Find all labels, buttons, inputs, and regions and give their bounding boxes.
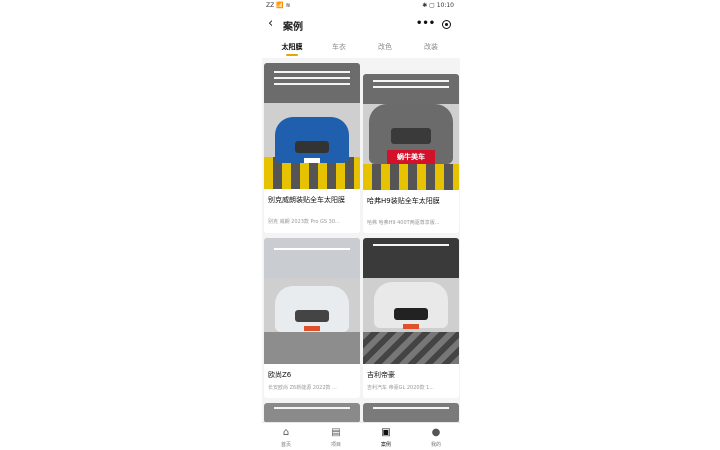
status-bar-right: ✱ ▢ 10:10 [422, 2, 454, 9]
case-photo [264, 238, 360, 364]
bottom-tab-bar: ⌂ 首页 ▤ 项目 ▣ 案例 ● 我的 [262, 422, 460, 450]
case-card[interactable] [363, 403, 459, 423]
tabbar-label: 案例 [380, 442, 391, 448]
case-card[interactable]: 吉利帝豪 吉利汽车 帝豪GL 2020款 1... [363, 238, 459, 398]
tabbar-label: 我的 [430, 442, 441, 448]
case-subtitle: 长安欧尚 Z6新能源 2022款 ... [268, 385, 337, 391]
tabbar-mine[interactable]: ● 我的 [416, 426, 456, 448]
case-photo [363, 238, 459, 364]
tabbar-cases[interactable]: ▣ 案例 [366, 426, 406, 448]
close-target-icon[interactable] [442, 20, 451, 29]
case-card[interactable]: 欧尚Z6 长安欧尚 Z6新能源 2022款 ... [264, 238, 360, 398]
case-photo: 蜗牛美车 [363, 74, 459, 190]
tab-label: 太阳膜 [281, 43, 303, 51]
case-card[interactable] [264, 403, 360, 423]
list-icon: ▤ [331, 427, 341, 438]
tab-car-cover[interactable]: 车衣 [319, 42, 359, 52]
case-title: 哈弗H9装贴全车太阳膜 [367, 197, 440, 205]
status-bar-left: ZZ 📶 ≋ [266, 2, 291, 9]
tabbar-projects[interactable]: ▤ 项目 [316, 426, 356, 448]
case-card[interactable]: 蜗牛美车 哈弗H9装贴全车太阳膜 哈弗 哈弗H9 400T两驱尊享版... [363, 74, 459, 233]
tab-label: 改色 [378, 43, 392, 51]
tab-sun-film[interactable]: 太阳膜 [272, 42, 312, 56]
case-title: 欧尚Z6 [268, 371, 292, 379]
case-title: 别克威朗装贴全车太阳膜 [268, 196, 345, 204]
home-icon: ⌂ [282, 427, 290, 438]
car-body [275, 117, 349, 163]
status-bar: ZZ 📶 ≋ ✱ ▢ 10:10 [262, 0, 460, 12]
user-icon: ● [431, 427, 441, 438]
case-card[interactable]: 别克威朗装贴全车太阳膜 别克 威朗 2023款 Pro GS 30... [264, 63, 360, 233]
mini-program-capsule: ••• [408, 17, 456, 33]
category-tabs: 太阳膜 车衣 改色 改装 [262, 38, 460, 58]
case-info: 哈弗H9装贴全车太阳膜 哈弗 哈弗H9 400T两驱尊享版... [363, 190, 459, 233]
active-tab-indicator [286, 54, 298, 56]
phone-screen: ZZ 📶 ≋ ✱ ▢ 10:10 ‹ 案例 ••• 太阳膜 车衣 改色 改装 别… [262, 0, 460, 450]
case-photo [264, 63, 360, 189]
case-photo [363, 403, 459, 423]
case-info: 欧尚Z6 长安欧尚 Z6新能源 2022款 ... [264, 364, 360, 398]
car-body [374, 282, 448, 328]
tab-modification[interactable]: 改装 [411, 42, 451, 52]
tab-label: 车衣 [332, 43, 346, 51]
page-title: 案例 [283, 22, 303, 33]
case-title: 吉利帝豪 [367, 371, 395, 379]
case-subtitle: 别克 威朗 2023款 Pro GS 30... [268, 219, 340, 225]
case-subtitle: 吉利汽车 帝豪GL 2020款 1... [367, 385, 435, 391]
case-info: 别克威朗装贴全车太阳膜 别克 威朗 2023款 Pro GS 30... [264, 189, 360, 233]
tabbar-home[interactable]: ⌂ 首页 [266, 426, 306, 448]
case-icon: ▣ [381, 427, 391, 438]
case-subtitle: 哈弗 哈弗H9 400T两驱尊享版... [367, 220, 440, 226]
case-info: 吉利帝豪 吉利汽车 帝豪GL 2020款 1... [363, 364, 459, 398]
shop-sign: 蜗牛美车 [387, 150, 435, 164]
tab-color-change[interactable]: 改色 [365, 42, 405, 52]
tabbar-label: 首页 [280, 442, 291, 448]
more-icon[interactable]: ••• [416, 17, 435, 31]
tab-label: 改装 [424, 43, 438, 51]
back-icon[interactable]: ‹ [268, 17, 273, 31]
tabbar-label: 项目 [330, 442, 341, 448]
nav-bar: ‹ 案例 ••• [262, 12, 460, 38]
case-photo [264, 403, 360, 423]
